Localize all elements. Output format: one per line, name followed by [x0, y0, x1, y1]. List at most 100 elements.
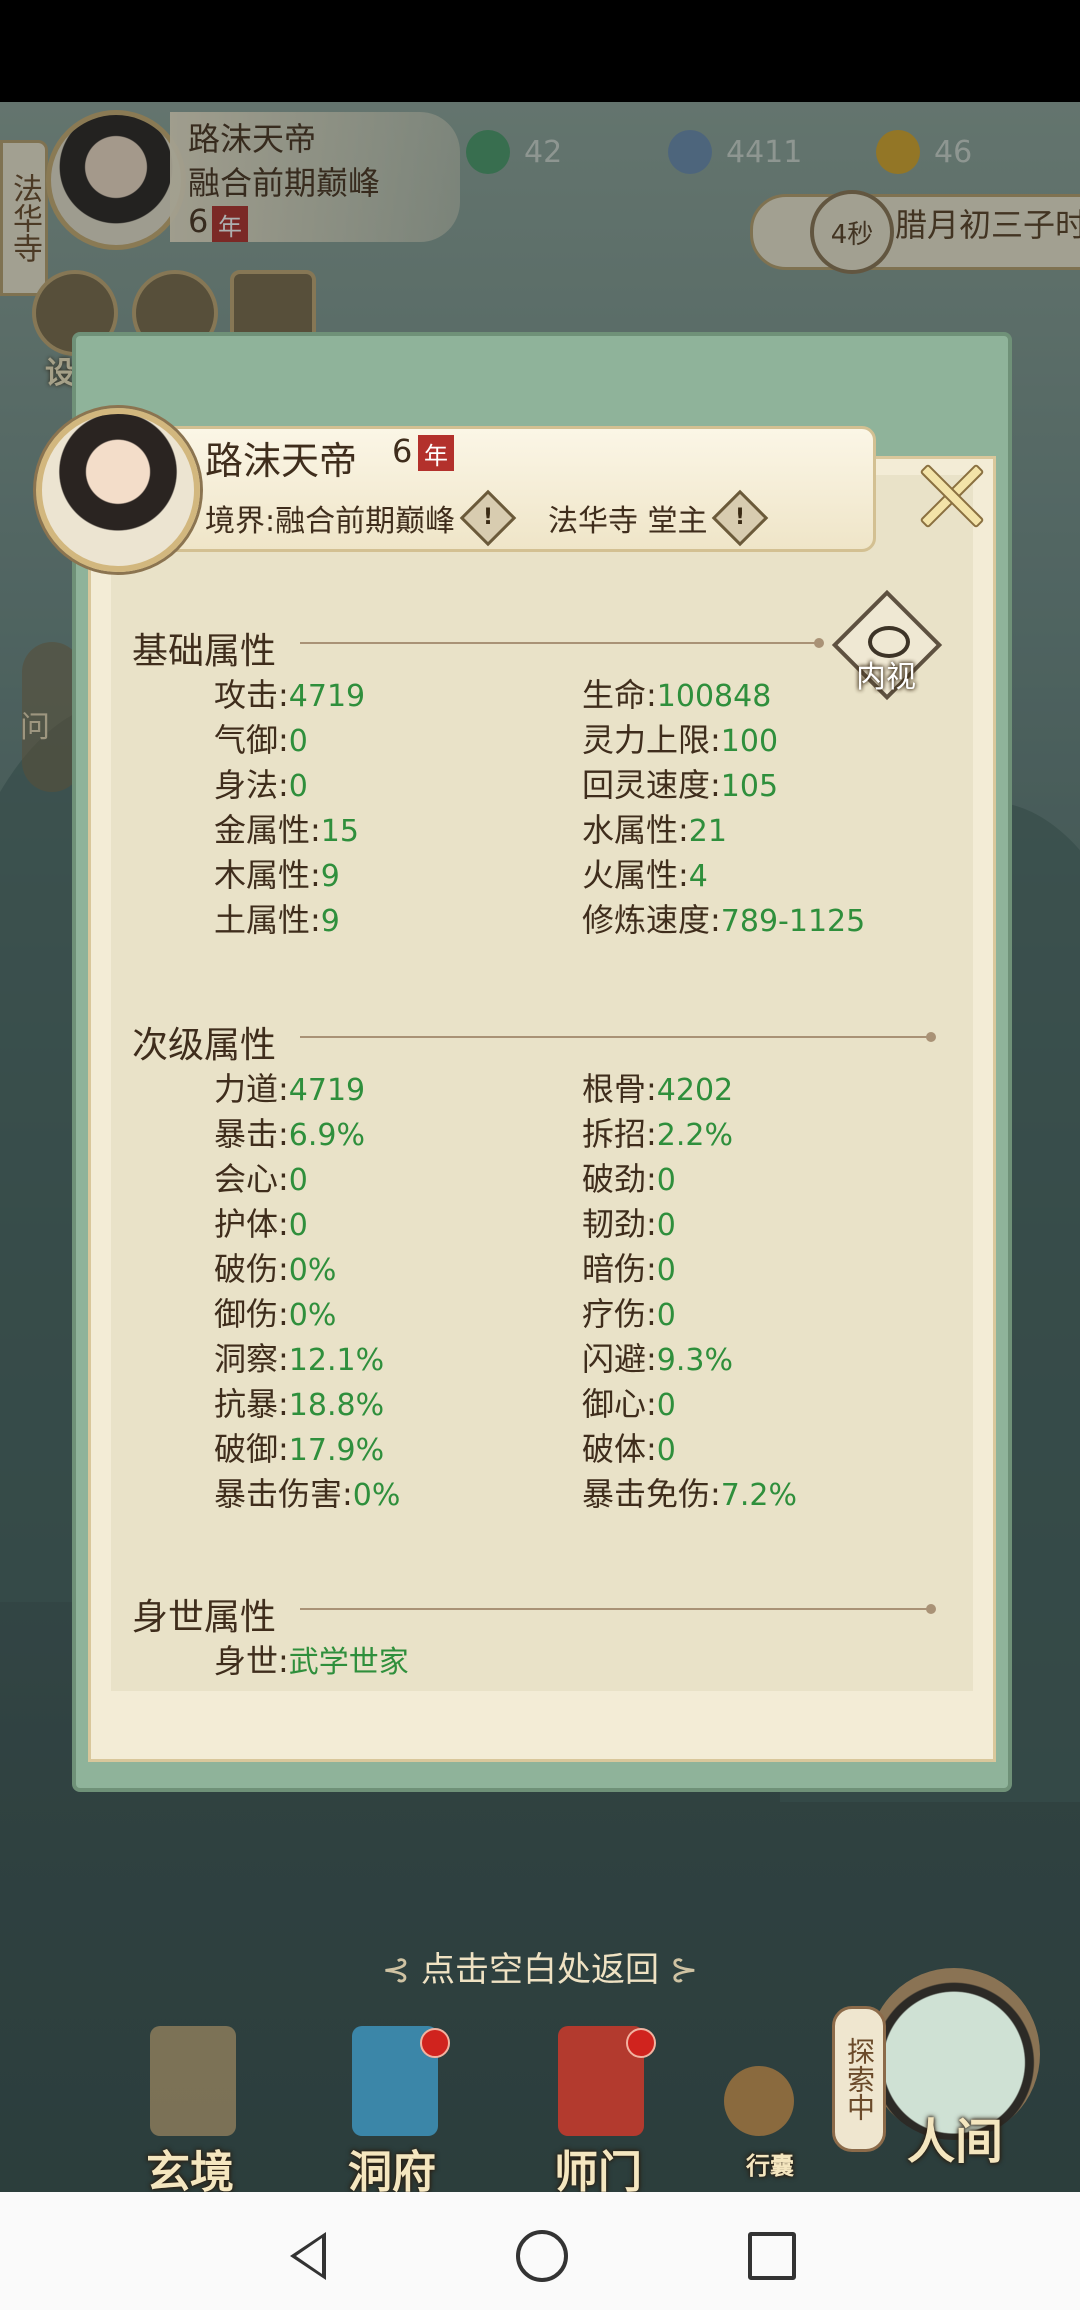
attribute-label: 疗伤: — [582, 1295, 657, 1333]
attribute-label: 破御: — [214, 1430, 289, 1468]
attribute-row: 攻击:4719 — [214, 670, 365, 716]
nav-xingnang[interactable]: 行囊 — [700, 2026, 840, 2186]
attribute-value: 0% — [288, 1253, 337, 1288]
notification-dot — [420, 2028, 450, 2058]
attribute-value: 0 — [656, 1298, 676, 1333]
inspect-button[interactable]: 内视 — [831, 589, 943, 701]
attribute-label: 闪避: — [582, 1340, 657, 1378]
attribute-row: 护体:0 — [214, 1199, 308, 1245]
attribute-row: 洞察:12.1% — [214, 1334, 384, 1380]
attribute-row: 土属性:9 — [214, 895, 340, 941]
attribute-row: 暴击伤害:0% — [214, 1469, 400, 1515]
nav-dongfu[interactable]: 洞府 — [322, 2026, 462, 2198]
section-title-secondary: 次级属性 — [132, 1025, 277, 1066]
attribute-value: 4719 — [288, 679, 366, 714]
nav-shimen[interactable]: 师门 — [528, 2026, 668, 2198]
attribute-value: 21 — [688, 814, 727, 849]
attribute-value: 9.3% — [656, 1343, 734, 1378]
attribute-label: 暴击免伤: — [582, 1475, 721, 1513]
attribute-row: 破伤:0% — [214, 1244, 336, 1290]
attribute-value: 4202 — [656, 1073, 734, 1108]
attribute-row: 暴击:6.9% — [214, 1109, 365, 1155]
attribute-label: 会心: — [214, 1160, 289, 1198]
attribute-label: 洞察: — [214, 1340, 289, 1378]
attribute-row: 暗伤:0 — [582, 1244, 676, 1290]
attribute-row: 水属性:21 — [582, 805, 727, 851]
attribute-value: 0 — [288, 1208, 308, 1243]
attribute-row: 御伤:0% — [214, 1289, 336, 1335]
attribute-row: 金属性:15 — [214, 805, 359, 851]
attribute-row: 力道:4719 — [214, 1064, 365, 1110]
home-icon[interactable] — [516, 2230, 568, 2282]
attribute-row: 生命:100848 — [582, 670, 771, 716]
attribute-value: 9 — [320, 859, 340, 894]
attribute-value: 789-1125 — [720, 904, 866, 939]
attribute-label: 御心: — [582, 1385, 657, 1423]
attribute-row: 破御:17.9% — [214, 1424, 384, 1470]
attribute-value: 12.1% — [288, 1343, 385, 1378]
attribute-value: 6.9% — [288, 1118, 366, 1153]
attribute-label: 生命: — [582, 676, 657, 714]
character-level: 6 — [392, 432, 413, 470]
attribute-value: 15 — [320, 814, 359, 849]
nav-xuanjing[interactable]: 玄境 — [120, 2026, 260, 2198]
attribute-label: 暴击: — [214, 1115, 289, 1153]
attribute-label: 火属性: — [582, 856, 689, 894]
attribute-label: 攻击: — [214, 676, 289, 714]
attribute-row: 闪避:9.3% — [582, 1334, 733, 1380]
bag-icon — [724, 2066, 794, 2136]
attribute-label: 修炼速度: — [582, 901, 721, 939]
attribute-value: 0 — [288, 769, 308, 804]
attribute-label: 身世: — [214, 1642, 289, 1680]
attribute-row: 火属性:4 — [582, 850, 708, 896]
attribute-value: 0 — [656, 1388, 676, 1423]
attribute-value: 0 — [288, 1163, 308, 1198]
attribute-label: 身法: — [214, 766, 289, 804]
attribute-row: 破体:0 — [582, 1424, 676, 1470]
nav-renjian-label[interactable]: 人间 — [870, 2102, 1040, 2172]
attribute-label: 根骨: — [582, 1070, 657, 1108]
attribute-value: 0% — [288, 1298, 337, 1333]
attribute-value: 100 — [720, 724, 779, 759]
attribute-label: 力道: — [214, 1070, 289, 1108]
year-badge: 年 — [418, 435, 454, 471]
attribute-label: 御伤: — [214, 1295, 289, 1333]
attribute-value: 105 — [720, 769, 779, 804]
attribute-row: 拆招:2.2% — [582, 1109, 733, 1155]
attribute-label: 抗暴: — [214, 1385, 289, 1423]
attribute-label: 破伤: — [214, 1250, 289, 1288]
attribute-label: 水属性: — [582, 811, 689, 849]
attribute-value: 2.2% — [656, 1118, 734, 1153]
attribute-label: 回灵速度: — [582, 766, 721, 804]
inspect-label: 内视 — [856, 660, 916, 695]
attribute-value: 100848 — [656, 679, 772, 714]
attribute-row: 身世:武学世家 — [214, 1636, 409, 1682]
attribute-value: 武学世家 — [288, 1645, 409, 1680]
recents-icon[interactable] — [748, 2232, 796, 2280]
attribute-value: 4719 — [288, 1073, 366, 1108]
section-divider — [300, 1604, 936, 1614]
close-icon[interactable] — [912, 456, 988, 532]
attribute-row: 会心:0 — [214, 1154, 308, 1200]
attribute-row: 御心:0 — [582, 1379, 676, 1425]
attribute-value: 18.8% — [288, 1388, 385, 1423]
attribute-row: 气御:0 — [214, 715, 308, 761]
attribute-label: 灵力上限: — [582, 721, 721, 759]
notification-dot — [626, 2028, 656, 2058]
attribute-label: 护体: — [214, 1205, 289, 1243]
section-divider — [300, 638, 824, 648]
attribute-label: 金属性: — [214, 811, 321, 849]
attribute-row: 破劲:0 — [582, 1154, 676, 1200]
attribute-value: 4 — [688, 859, 708, 894]
attribute-label: 土属性: — [214, 901, 321, 939]
attribute-label: 拆招: — [582, 1115, 657, 1153]
attribute-value: 9 — [320, 904, 340, 939]
attribute-label: 暗伤: — [582, 1250, 657, 1288]
attribute-value: 7.2% — [720, 1478, 798, 1513]
attribute-value: 0 — [288, 724, 308, 759]
section-title-basic: 基础属性 — [132, 631, 277, 672]
attribute-row: 修炼速度:789-1125 — [582, 895, 865, 941]
attribute-label: 气御: — [214, 721, 289, 759]
status-bar — [0, 0, 1080, 102]
back-icon[interactable] — [290, 2232, 326, 2280]
